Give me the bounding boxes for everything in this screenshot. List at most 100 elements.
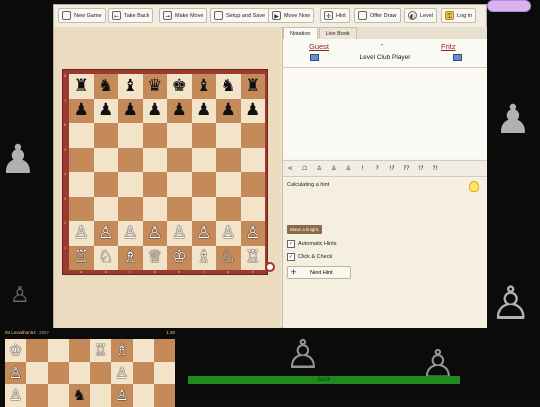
board-square[interactable] — [93, 147, 118, 172]
board-square[interactable]: ♗ f — [191, 245, 216, 273]
mini-board-square[interactable] — [153, 361, 175, 385]
take-back-button[interactable]: ← Take Back — [108, 8, 154, 23]
next-hint-button[interactable]: ✢ Next Hint — [287, 266, 351, 279]
chess-piece[interactable]: ♝ — [196, 77, 211, 95]
chess-piece[interactable]: ♘ — [221, 249, 236, 266]
board-square[interactable]: 6 — [64, 123, 94, 148]
board-square[interactable]: ♙ 2 — [64, 221, 94, 246]
board-square[interactable] — [167, 123, 192, 148]
board-square[interactable] — [142, 196, 167, 221]
mini-board-square[interactable] — [132, 361, 154, 385]
board-square[interactable] — [191, 147, 216, 172]
board-square[interactable]: 3 — [64, 196, 94, 221]
board-square[interactable]: ♙ — [240, 221, 265, 246]
board-square[interactable]: ♘ b — [93, 245, 118, 273]
chess-piece[interactable]: ♟ — [196, 102, 211, 119]
mini-board-square[interactable]: ♔ — [5, 339, 27, 362]
chess-piece[interactable]: ♞ — [98, 77, 113, 95]
setup-and-save-button[interactable]: Setup and Save — [210, 8, 270, 23]
mini-board-square[interactable]: ♗ — [111, 339, 133, 362]
chess-piece[interactable]: ♞ — [221, 77, 236, 95]
board-square[interactable]: 4 — [64, 172, 94, 197]
board-square[interactable]: ♕ d — [142, 245, 167, 273]
board-square[interactable]: ♘ g — [216, 245, 241, 273]
tab-live-book[interactable]: Live Book — [318, 27, 357, 39]
annotation-symbol-button[interactable]: ? — [370, 165, 385, 172]
mini-board-square[interactable] — [132, 339, 154, 362]
board-square[interactable]: ♔ e — [167, 245, 192, 273]
chess-piece[interactable]: ♔ — [172, 249, 187, 266]
chess-piece[interactable]: ♟ — [147, 102, 162, 119]
annotation-symbol-button[interactable]: ♙ — [327, 165, 342, 172]
board-square[interactable]: ♜ — [240, 74, 265, 99]
chess-piece[interactable]: ♟ — [172, 102, 187, 119]
board-square[interactable]: ♙ — [142, 221, 167, 246]
chess-piece[interactable]: ♙ — [172, 224, 187, 242]
mini-board-square[interactable] — [26, 361, 48, 385]
mini-board-square[interactable] — [26, 384, 48, 407]
mini-board-square[interactable] — [26, 339, 48, 362]
chess-piece[interactable]: ♙ — [74, 224, 89, 242]
offer-draw-button[interactable]: Offer Draw — [354, 8, 401, 23]
annotation-symbol-button[interactable]: ♙ — [341, 165, 356, 172]
board-square[interactable]: ♙ — [167, 221, 192, 246]
annotation-symbol-button[interactable]: ?! — [428, 165, 443, 172]
chess-piece[interactable]: ♙ — [147, 224, 162, 242]
board-square[interactable]: ♞ — [216, 74, 241, 99]
make-move-button[interactable]: → Make Move — [159, 8, 208, 23]
mini-board-square[interactable] — [153, 339, 175, 362]
board-square[interactable] — [216, 123, 241, 148]
board-square[interactable] — [191, 123, 216, 148]
board-square[interactable] — [216, 147, 241, 172]
board-corner-circle[interactable] — [265, 262, 275, 272]
chess-board[interactable]: ♜ 8 ♞ ♝ ♛ ♚ ♝ ♞ ♜ ♟ 7 ♟ ♟ ♟ ♟ ♟ ♟ ♟ 6 5 4 3 ♙ 2 ♙ ♙ ♙ ♙ ♙ ♙ ♙ ♖ 1 a ♘ b ♗ c ♕ d… — [64, 74, 265, 273]
board-square[interactable]: ♜ 8 — [64, 74, 94, 99]
board-square[interactable] — [191, 172, 216, 197]
board-square[interactable]: ♛ — [142, 74, 167, 99]
mini-board-square[interactable] — [47, 339, 69, 362]
board-square[interactable] — [93, 123, 118, 148]
board-square[interactable] — [118, 123, 143, 148]
board-square[interactable]: ♟ — [240, 98, 265, 123]
chess-piece[interactable]: ♗ — [196, 249, 211, 266]
mini-board-square[interactable] — [68, 361, 90, 385]
black-player-link[interactable]: Fritz — [441, 42, 456, 51]
mini-board-square[interactable] — [68, 339, 90, 362]
annotation-symbol-button[interactable]: ☖ — [298, 165, 313, 172]
chess-piece[interactable]: ♖ — [245, 249, 260, 266]
mini-board-square[interactable] — [47, 384, 69, 407]
board-square[interactable] — [118, 147, 143, 172]
board-square[interactable] — [240, 123, 265, 148]
chess-piece[interactable]: ♟ — [123, 102, 138, 119]
mini-board-square[interactable]: ♙ — [5, 384, 27, 407]
annotation-symbol-button[interactable]: !? — [414, 165, 429, 172]
chess-piece[interactable]: ♙ — [123, 224, 138, 242]
board-square[interactable]: ♚ — [167, 74, 192, 99]
chess-piece[interactable]: ♟ — [245, 102, 260, 119]
board-square[interactable] — [142, 123, 167, 148]
board-square[interactable]: ♝ — [118, 74, 143, 99]
automatic-hints-checkbox[interactable]: ✓ Automatic Hints — [287, 240, 337, 248]
mini-board-square[interactable] — [90, 361, 112, 385]
board-square[interactable]: 5 — [64, 147, 94, 172]
chess-piece[interactable]: ♙ — [245, 224, 260, 242]
level-button[interactable]: ◐ Level — [404, 8, 438, 23]
log-in-button[interactable]: ⚿ Log in — [441, 8, 476, 23]
board-square[interactable]: ♞ — [93, 74, 118, 99]
board-square[interactable] — [142, 147, 167, 172]
mini-board-square[interactable]: ♞ — [68, 384, 90, 407]
board-square[interactable] — [167, 172, 192, 197]
board-square[interactable]: ♙ — [216, 221, 241, 246]
move-now-button[interactable]: ▶ Move Now — [268, 8, 314, 23]
mini-board-square[interactable] — [132, 384, 154, 407]
chess-piece[interactable]: ♗ — [123, 249, 138, 266]
board-square[interactable] — [118, 172, 143, 197]
board-square[interactable]: ♟ — [191, 98, 216, 123]
board-square[interactable] — [240, 196, 265, 221]
white-player-link[interactable]: Guest — [309, 42, 329, 51]
board-square[interactable] — [142, 172, 167, 197]
board-square[interactable] — [93, 172, 118, 197]
board-square[interactable] — [240, 172, 265, 197]
chess-piece[interactable]: ♛ — [147, 77, 162, 95]
board-square[interactable] — [118, 196, 143, 221]
